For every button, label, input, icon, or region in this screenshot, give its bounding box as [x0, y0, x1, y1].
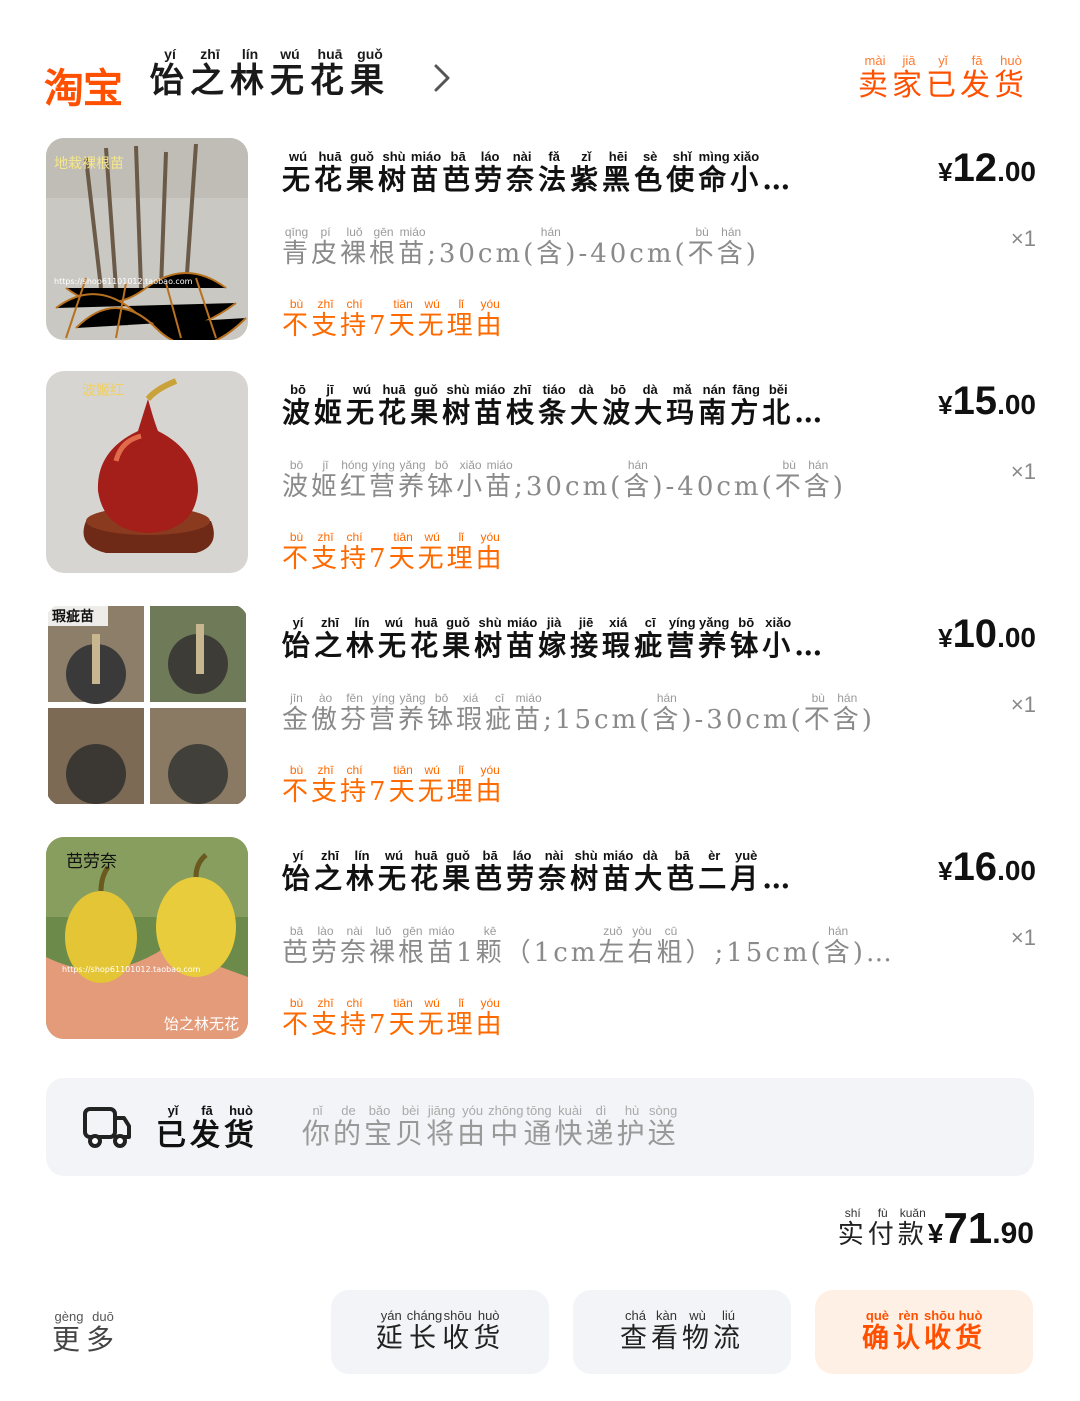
shop-name[interactable]: 饴yí之zhī林lín无wú花huā果guǒ [150, 46, 390, 102]
taobao-logo: 淘宝 [44, 67, 123, 111]
return-policy-tag: 不bù支zhī持chí7天tiān无wú理lǐ由yóu [282, 996, 505, 1040]
product-sku: 波bō姬jī红hóng营yíng养yǎng钵bō小xiǎo苗miáo;30cm(… [282, 459, 846, 502]
return-policy-tag: 不bù支zhī持chí7天tiān无wú理lǐ由yóu [282, 763, 505, 807]
thumb-url: https://shop61101012.taobao.com [62, 965, 201, 974]
product-title[interactable]: 波bō姬jī无wú花huā果guǒ树shù苗miáo枝zhī条tiáo大dà波b… [282, 383, 922, 431]
shipping-panel[interactable]: 已yǐ发fā货huò 你nǐ的de宝bǎo贝bèi将jiāng由yóu中zhōn… [46, 1078, 1034, 1176]
confirm-receipt-button[interactable]: 确què 认rèn 收shōu 货huò [815, 1290, 1033, 1374]
order-item[interactable]: 瑕疵苗 饴yí之zhī林lín无wú花huā果guǒ树shù苗miáo嫁jià接… [46, 604, 1036, 808]
item-price: ¥15.00 [938, 379, 1036, 423]
product-sku: 芭bā劳lào奈nài裸luǒ根gēn苗miáo1颗kē（1cm左zuǒ右yòu… [282, 925, 895, 968]
item-price: ¥10.00 [938, 612, 1036, 656]
thumb-label: 芭劳奈 [66, 852, 117, 872]
truck-icon [83, 1107, 131, 1148]
product-title[interactable]: 饴yí之zhī林lín无wú花huā果guǒ树shù苗miáo嫁jià接jiē瑕… [282, 616, 922, 664]
shipping-message: 你nǐ的de宝bǎo贝bèi将jiāng由yóu中zhōng通tōng快kuài… [302, 1103, 679, 1150]
thumb-label: 瑕疵苗 [52, 608, 94, 625]
order-total: 实shí付fù款kuǎn¥71.90 [838, 1204, 1034, 1254]
product-sku: 青qīng皮pí裸luǒ根gēn苗miáo;30cm(含hán)-40cm(不b… [282, 226, 759, 269]
item-quantity: ×1 [1010, 459, 1036, 484]
thumb-label: 波姬红 [82, 383, 124, 399]
product-thumbnail[interactable]: 芭劳奈 https://shop61101012.taobao.com 饴之林无… [46, 837, 248, 1039]
extend-receipt-button[interactable]: 延yán 长cháng 收shōu 货huò [331, 1290, 549, 1374]
product-thumbnail[interactable]: 瑕疵苗 [46, 604, 248, 806]
total-amount: ¥71.90 [927, 1204, 1034, 1253]
chevron-right-icon[interactable] [430, 58, 454, 98]
order-item[interactable]: 地栽裸根苗 https://shop61101012.taobao.com 无w… [46, 138, 1036, 342]
total-label: 实shí付fù款kuǎn [837, 1206, 928, 1250]
more-button[interactable]: 更gèng多duō [52, 1309, 120, 1358]
order-item[interactable]: 波姬红 波bō姬jī无wú花huā果guǒ树shù苗miáo枝zhī条tiáo大… [46, 371, 1036, 575]
product-thumbnail[interactable]: 地栽裸根苗 https://shop61101012.taobao.com [46, 138, 248, 340]
shipping-status: 已yǐ发fā货huò [156, 1103, 258, 1153]
item-price: ¥12.00 [938, 146, 1036, 190]
view-logistics-button[interactable]: 查chá 看kàn 物wù 流liú [573, 1290, 791, 1374]
return-policy-tag: 不bù支zhī持chí7天tiān无wú理lǐ由yóu [282, 297, 505, 341]
thumb-watermark: 饴之林无花 [164, 1015, 239, 1033]
product-thumbnail[interactable]: 波姬红 [46, 371, 248, 573]
item-quantity: ×1 [1010, 226, 1036, 251]
thumb-url: https://shop61101012.taobao.com [54, 277, 193, 286]
thumb-label: 地栽裸根苗 [54, 156, 124, 172]
product-title[interactable]: 无wú花huā果guǒ树shù苗miáo芭bā劳láo奈nài法fǎ紫zǐ黑hē… [282, 150, 922, 198]
return-policy-tag: 不bù支zhī持chí7天tiān无wú理lǐ由yóu [282, 530, 505, 574]
product-title[interactable]: 饴yí之zhī林lín无wú花huā果guǒ芭bā劳láo奈nài树shù苗mi… [282, 849, 922, 897]
order-status: 卖mài家jiā已yǐ发fā货huò [858, 53, 1028, 103]
product-sku: 金jīn傲ào芬fēn营yíng养yǎng钵bō瑕xiá疵cī苗miáo;15c… [282, 692, 875, 735]
item-price: ¥16.00 [938, 845, 1036, 889]
item-quantity: ×1 [1010, 925, 1036, 950]
order-item[interactable]: 芭劳奈 https://shop61101012.taobao.com 饴之林无… [46, 837, 1036, 1041]
item-quantity: ×1 [1010, 692, 1036, 717]
